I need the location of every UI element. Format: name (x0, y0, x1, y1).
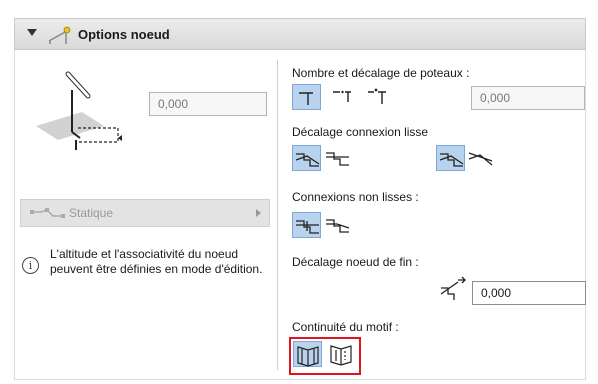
post-offset-label: Nombre et décalage de poteaux : (292, 66, 470, 80)
caret-down-icon[interactable] (27, 29, 37, 36)
non-smooth-option-1-button[interactable] (292, 212, 321, 238)
railing-icon (48, 26, 71, 44)
stair-connection-icon (326, 219, 350, 233)
smooth-offset-option-4-button[interactable] (466, 145, 495, 171)
post-middle-icon (333, 90, 351, 102)
non-smooth-option-2-button[interactable] (323, 212, 352, 238)
end-offset-label: Décalage noeud de fin : (292, 255, 419, 269)
smooth-offset-option-1-button[interactable] (292, 145, 321, 171)
stair-connection-icon (468, 152, 493, 166)
static-node-icon (30, 208, 65, 218)
non-smooth-label: Connexions non lisses : (292, 190, 419, 204)
chevron-right-icon (256, 209, 261, 217)
smooth-offset-label: Décalage connexion lisse (292, 125, 429, 139)
stair-connection-icon (439, 153, 464, 167)
smooth-offset-option-3-button[interactable] (436, 145, 465, 171)
stair-connection-icon (295, 153, 320, 167)
stair-connection-icon (326, 152, 349, 166)
info-icon: i (22, 257, 39, 274)
highlight-box (289, 337, 361, 375)
column-divider (277, 60, 278, 370)
pattern-continuity-label: Continuité du motif : (292, 320, 399, 334)
post-position-middle-button[interactable] (329, 84, 358, 110)
post-start-icon (299, 92, 313, 105)
stair-connection-icon (296, 220, 319, 234)
post-position-end-button[interactable] (364, 84, 393, 110)
node-mode-dropdown[interactable]: Statique (20, 199, 270, 227)
node-preview-image (36, 71, 122, 150)
post-end-icon (368, 88, 386, 104)
node-mode-label: Statique (69, 206, 114, 220)
smooth-offset-option-2-button[interactable] (323, 145, 352, 171)
post-position-start-button[interactable] (292, 84, 321, 110)
end-node-offset-icon (440, 276, 466, 300)
panel-title: Options noeud (78, 27, 170, 42)
end-offset-field[interactable]: 0,000 (472, 281, 586, 305)
panel-header[interactable]: Options noeud (14, 18, 586, 50)
info-text: L'altitude et l'associativité du noeud p… (50, 247, 263, 276)
node-options-panel: Options noeud 0,000 Statique i L'altitud… (0, 0, 598, 384)
post-offset-field[interactable]: 0,000 (471, 86, 585, 110)
elevation-field[interactable]: 0,000 (149, 92, 267, 116)
